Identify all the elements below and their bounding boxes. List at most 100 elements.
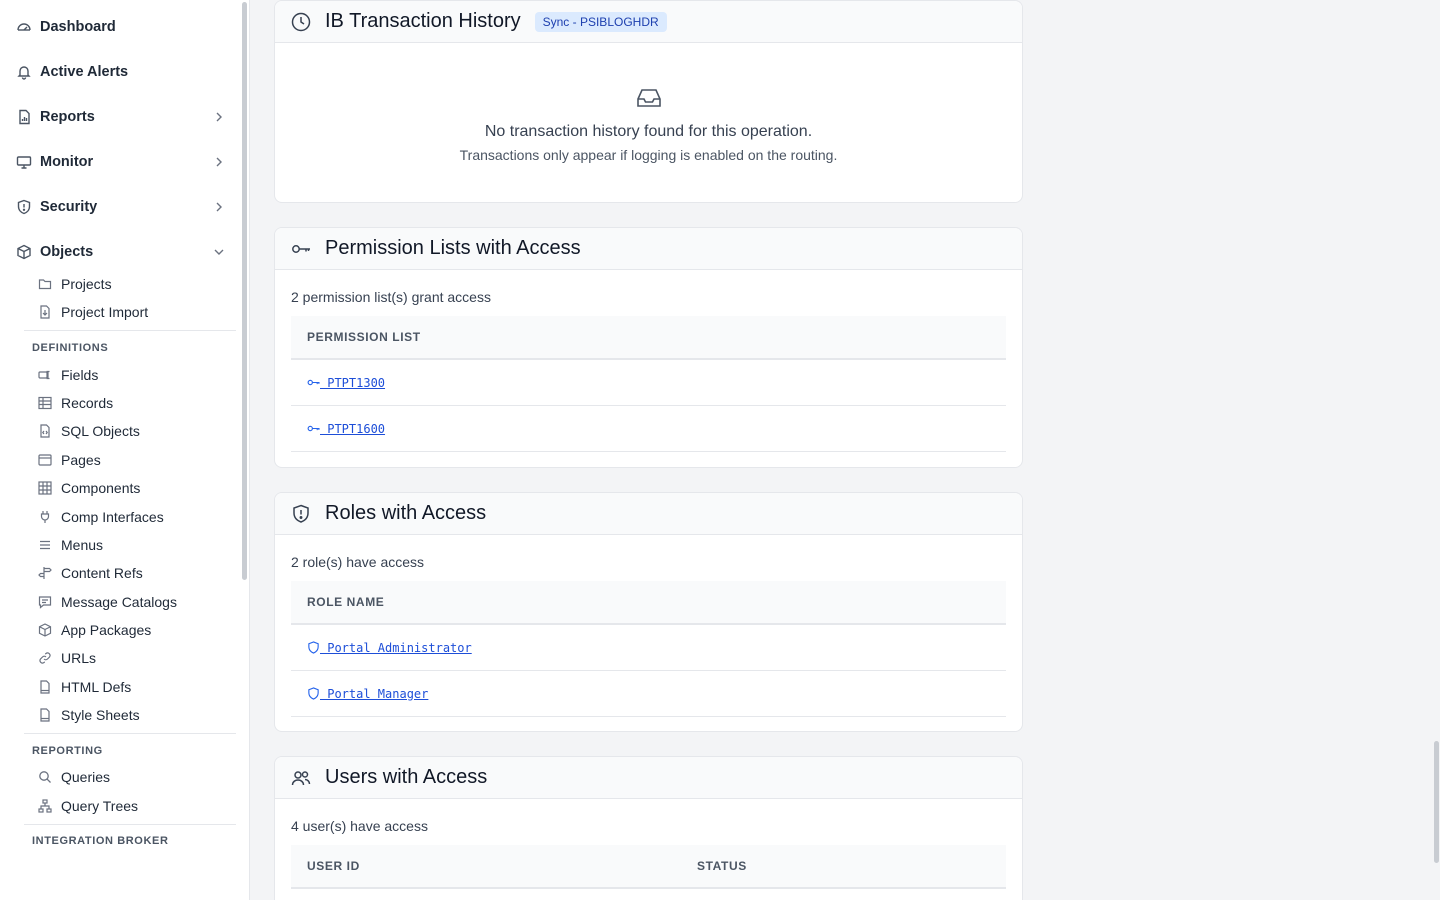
column-header-user-id: USER ID [307,859,360,873]
search-icon [38,770,52,784]
sidebar-item-queries[interactable]: Queries [38,765,238,789]
shield-icon [291,504,311,524]
sidebar-item-project-import[interactable]: Project Import [38,300,238,324]
sidebar-item-label: Active Alerts [40,64,129,80]
sidebar-item-label: Components [61,480,141,496]
count-text: 2 role(s) have access [291,554,425,570]
sidebar-item-label: HTML Defs [61,679,132,695]
card-header: Permission Lists with Access [275,228,1022,270]
sidebar-item-html-defs[interactable]: HTML Defs [38,675,238,699]
browser-icon [38,453,52,467]
sidebar-scrollbar[interactable] [242,2,247,580]
sidebar-item-query-trees[interactable]: Query Trees [38,794,238,818]
users-table: USER ID STATUS [291,845,1006,889]
sidebar-item-active-alerts[interactable]: Active Alerts [0,57,240,87]
count-text: 4 user(s) have access [291,818,428,834]
card-body: 2 permission list(s) grant access PERMIS… [275,289,1022,452]
sidebar-item-records[interactable]: Records [38,391,238,415]
sidebar-item-dashboard[interactable]: Dashboard [0,12,240,42]
column-header-role-name: ROLE NAME [291,581,1006,625]
sidebar-item-reports[interactable]: Reports [0,102,240,132]
report-icon [16,109,32,125]
sidebar-item-projects[interactable]: Projects [38,272,238,296]
empty-state: No transaction history found for this op… [275,83,1022,163]
link-icon [38,651,52,665]
roles-card: Roles with Access 2 role(s) have access … [274,492,1023,732]
table-row: Portal Administrator [291,625,1006,671]
folder-icon [38,277,52,291]
column-header-permission-list: PERMISSION LIST [291,316,1006,360]
package-icon [38,623,52,637]
sidebar-item-objects[interactable]: Objects [0,237,240,267]
table-header-row: USER ID STATUS [291,845,1006,889]
permission-list-link[interactable]: PTPT1600 [320,422,385,436]
sidebar-item-label: Monitor [40,154,94,170]
card-title: Permission Lists with Access [325,237,581,259]
sidebar-item-content-refs[interactable]: Content Refs [38,561,238,585]
permission-lists-card: Permission Lists with Access 2 permissio… [274,227,1023,468]
sidebar-item-label: Project Import [61,304,149,320]
card-title: Roles with Access [325,502,487,524]
sidebar-item-urls[interactable]: URLs [38,646,238,670]
table-row: PTPT1300 [291,360,1006,406]
sidebar-item-label: Dashboard [40,19,116,35]
card-title: Users with Access [325,766,488,788]
sidebar-item-fields[interactable]: Fields [38,363,238,387]
bell-icon [16,64,32,80]
sidebar-item-label: URLs [61,650,97,666]
sidebar-item-label: Reports [40,109,95,125]
sidebar-item-menus[interactable]: Menus [38,533,238,557]
sidebar-item-label: Comp Interfaces [61,509,164,525]
sidebar-item-label: App Packages [61,622,152,638]
sidebar-item-style-sheets[interactable]: Style Sheets [38,703,238,727]
file-import-icon [38,305,52,319]
sidebar-item-label: Fields [61,367,99,383]
sidebar-item-pages[interactable]: Pages [38,448,238,472]
field-icon [38,368,52,382]
users-card: Users with Access 4 user(s) have access … [274,756,1023,900]
users-icon [291,768,311,788]
card-title: IB Transaction History [325,10,521,32]
sidebar-item-label: Pages [61,452,101,468]
sidebar-item-label: Menus [61,537,104,553]
file-style-icon [38,708,52,722]
sidebar-item-app-packages[interactable]: App Packages [38,618,238,642]
sidebar-divider [24,824,236,825]
column-header-status: STATUS [697,859,747,873]
role-link[interactable]: Portal Manager [320,687,428,701]
status-badge: Sync - PSIBLOGHDR [534,11,667,32]
sidebar-item-components[interactable]: Components [38,476,238,500]
chevron-right-icon [212,155,226,169]
chevron-right-icon [212,110,226,124]
sidebar-item-label: Query Trees [61,798,139,814]
inbox-icon [634,83,664,113]
permission-list-link[interactable]: PTPT1300 [320,376,385,390]
sidebar-item-label: Objects [40,244,94,260]
plug-icon [38,510,52,524]
sidebar-item-label: Security [40,199,98,215]
table-row: PTPT1600 [291,406,1006,452]
sidebar-item-label: Queries [61,769,111,785]
grid-icon [38,481,52,495]
sidebar-item-message-catalogs[interactable]: Message Catalogs [38,590,238,614]
empty-message: No transaction history found for this op… [484,123,813,140]
section-heading-definitions: DEFINITIONS [32,342,109,354]
key-icon [307,376,320,389]
shield-icon [16,199,32,215]
count-text: 2 permission list(s) grant access [291,289,491,305]
sidebar-item-monitor[interactable]: Monitor [0,147,240,177]
menu-icon [38,538,52,552]
sidebar-item-label: SQL Objects [61,423,140,439]
sidebar-item-label: Projects [61,276,112,292]
chevron-right-icon [212,200,226,214]
page-scrollbar[interactable] [1434,741,1439,863]
card-body: 2 role(s) have access ROLE NAME Portal A… [275,554,1022,717]
clock-icon [291,12,311,32]
table-icon [38,396,52,410]
sidebar-item-comp-interfaces[interactable]: Comp Interfaces [38,505,238,529]
sidebar-item-sql-objects[interactable]: SQL Objects [38,419,238,443]
role-link[interactable]: Portal Administrator [320,641,472,655]
sidebar-item-security[interactable]: Security [0,192,240,222]
sidebar-item-label: Message Catalogs [61,594,177,610]
table-row: Portal Manager [291,671,1006,717]
